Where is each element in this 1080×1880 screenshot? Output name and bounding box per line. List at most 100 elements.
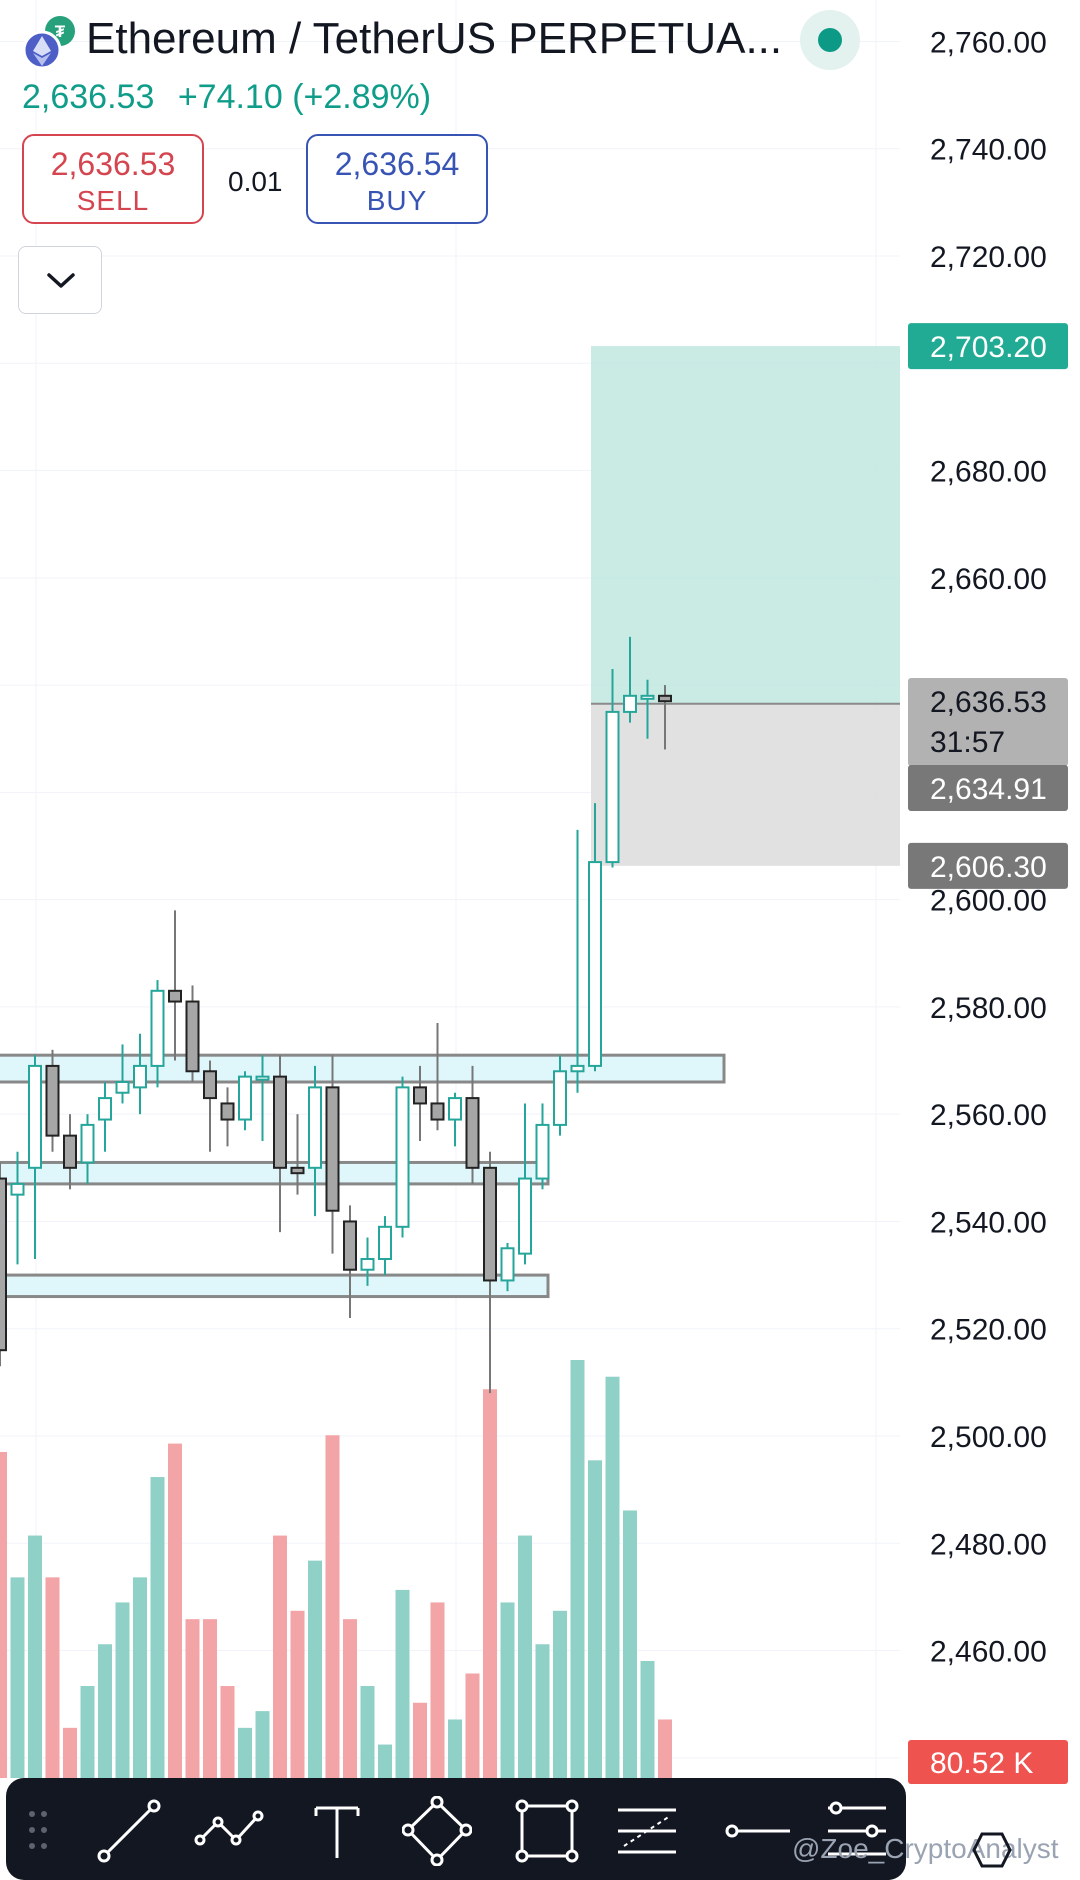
candle: [203, 1060, 217, 1152]
volume-bar: [308, 1560, 322, 1778]
symbol-title[interactable]: Ethereum / TetherUS PERPETUA...: [86, 14, 782, 64]
volume-bar: [395, 1589, 410, 1778]
support-resistance-zone: [0, 1053, 726, 1084]
y-axis-tick-label: 2,520.00: [930, 1314, 1047, 1347]
candle-body: [28, 1064, 42, 1169]
price-chart[interactable]: 2,760.00 2,740.00 2,720.00 2,680.00 2,660.00…: [0, 0, 1080, 1880]
y-axis-tick-label: 2,580.00: [930, 992, 1047, 1025]
candle-body: [98, 1097, 112, 1121]
price-change: +74.10 (+2.89%): [177, 78, 432, 116]
volume-bar: [413, 1702, 427, 1778]
volume-bar: [465, 1673, 480, 1778]
candle-body: [10, 1182, 25, 1196]
y-axis-tick-label: 2,500.00: [930, 1421, 1047, 1454]
last-price: 2,636.53: [22, 78, 155, 116]
status-dot-icon: [818, 28, 842, 52]
volume-bar: [168, 1443, 182, 1778]
chevron-down-icon: [47, 273, 75, 288]
path-icon[interactable]: [194, 1796, 264, 1866]
candle-body: [255, 1075, 270, 1081]
volume-bar: [185, 1619, 200, 1778]
price-axis: 2,760.00 2,740.00 2,720.00 2,680.00 2,660.00…: [930, 26, 1047, 1775]
volume-bars: [0, 1360, 672, 1778]
volume-bar: [45, 1577, 60, 1778]
candle-body: [150, 989, 165, 1067]
volume-bar: [133, 1577, 147, 1778]
candle-body: [553, 1070, 567, 1126]
candle-body: [220, 1102, 235, 1121]
candle-body: [290, 1166, 305, 1175]
price-level-text: 2,606.30: [930, 851, 1047, 884]
candle: [273, 1055, 287, 1233]
candle-body: [448, 1097, 462, 1121]
collapse-button[interactable]: [18, 246, 102, 314]
volume-bar: [290, 1610, 305, 1778]
fib-retracement-icon[interactable]: [612, 1796, 682, 1866]
volume-bar: [570, 1360, 585, 1778]
volume-bar: [500, 1602, 515, 1778]
volume-bar: [63, 1727, 77, 1778]
price-level-text: 80.52 K: [930, 1747, 1033, 1780]
volume-bar: [80, 1686, 95, 1778]
volume-bar: [588, 1460, 602, 1778]
volume-bar: [150, 1477, 165, 1778]
volume-bar: [623, 1510, 637, 1778]
volume-bar: [535, 1644, 550, 1778]
candle-body: [395, 1086, 410, 1228]
candle: [325, 1055, 340, 1254]
volume-bar: [10, 1577, 25, 1778]
buy-button[interactable]: 2,636.54 BUY: [306, 134, 488, 224]
target-zone: [591, 346, 900, 704]
stop-zone: [591, 703, 900, 866]
candle-body: [63, 1134, 77, 1169]
candle: [465, 1065, 480, 1184]
candle: [343, 1205, 357, 1318]
candle-body: [518, 1177, 532, 1255]
candle: [185, 985, 200, 1082]
volume-bar: [430, 1602, 445, 1778]
volume-bar: [553, 1610, 567, 1778]
candle: [483, 1151, 497, 1394]
price-level-labels: 2,703.20 2,636.53 31:57 2,634.91 2,606.30 80.…: [908, 323, 1068, 1784]
y-axis-tick-label: 2,660.00: [930, 563, 1047, 596]
candle: [0, 1162, 7, 1367]
volume-bar: [255, 1711, 270, 1778]
volume-bar: [360, 1686, 375, 1778]
eth-usdt-icon: ₮: [22, 16, 75, 70]
y-axis-tick-label: 2,740.00: [930, 134, 1047, 167]
candle: [308, 1065, 322, 1217]
candle: [570, 829, 585, 1093]
text-icon[interactable]: [302, 1796, 372, 1866]
drag-handle-icon[interactable]: [26, 1808, 50, 1852]
polygon-icon[interactable]: [402, 1796, 472, 1866]
candle: [238, 1071, 252, 1131]
y-axis-tick-label: 2,720.00: [930, 241, 1047, 274]
candle-body: [325, 1086, 340, 1212]
candle-body: [465, 1097, 480, 1169]
candle-body: [658, 694, 672, 703]
volume-bar: [325, 1435, 340, 1778]
sell-button[interactable]: 2,636.53 SELL: [22, 134, 204, 224]
volume-bar: [0, 1451, 7, 1778]
price-level-text: 2,634.91: [930, 773, 1047, 806]
candle-body: [203, 1070, 217, 1100]
candle-body: [238, 1075, 252, 1121]
y-axis-tick-label: 2,460.00: [930, 1636, 1047, 1669]
hexagon-icon: [972, 1832, 1012, 1868]
horizontal-ray-icon[interactable]: [722, 1796, 792, 1866]
market-status-indicator[interactable]: [800, 10, 860, 70]
candle: [98, 1082, 112, 1152]
candle: [220, 1087, 235, 1147]
price-level-countdown: 31:57: [930, 726, 1005, 759]
candle: [378, 1216, 392, 1276]
candle-body: [605, 710, 620, 864]
candle: [448, 1092, 462, 1147]
volume-bar: [115, 1602, 130, 1778]
rectangle-icon[interactable]: [512, 1796, 582, 1866]
candle-body: [80, 1123, 95, 1164]
candle-body: [500, 1247, 515, 1282]
trend-line-icon[interactable]: [94, 1796, 164, 1866]
candle: [395, 1076, 410, 1238]
candle-body: [430, 1102, 445, 1121]
candle-body: [115, 1081, 130, 1094]
